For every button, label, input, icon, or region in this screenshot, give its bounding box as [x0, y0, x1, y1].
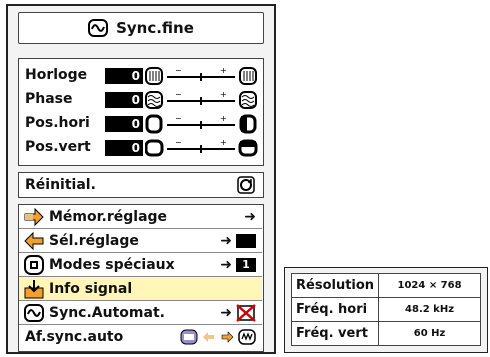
svg-text:+: + [220, 138, 227, 147]
adjust-row-phase[interactable]: Phase 0 − + [25, 89, 259, 111]
horizontal-position-icon [239, 114, 257, 134]
auto-sync-icon [24, 303, 44, 322]
phase-pattern-icon [239, 91, 257, 109]
auto-sync-display-icon [238, 329, 256, 345]
adjust-label: Horloge [25, 67, 88, 83]
menu-item-info-signal[interactable]: Info signal [19, 277, 262, 301]
mode-value-badge: 1 [236, 258, 256, 272]
adjust-row-pos-hori[interactable]: Pos.hori 0 − + [25, 113, 259, 135]
adjust-value: 0 [105, 92, 143, 108]
horizontal-position-slider[interactable]: − + [145, 113, 259, 135]
menu-item-sel-reglage[interactable]: Sél.réglage ➜ [19, 229, 262, 253]
special-modes-icon [24, 254, 44, 275]
table-row: Fréq. vert 60 Hz [290, 321, 481, 346]
vertical-position-icon [238, 139, 258, 157]
svg-text:−: − [175, 90, 182, 99]
menu-item-modes-speciaux[interactable]: Modes spéciaux ➜ 1 [19, 253, 262, 277]
svg-text:+: + [220, 114, 227, 123]
adjust-value: 0 [105, 140, 143, 156]
phase-slider[interactable]: − + [145, 89, 259, 111]
menu-item-memor-reglage[interactable]: Mémor.réglage ➜ [19, 205, 262, 229]
clock-pattern-icon [239, 67, 257, 85]
menu-title-text: Sync.fine [116, 19, 194, 37]
adjustment-group: Horloge 0 − + Phase 0 − + Pos.hori 0 − +… [18, 58, 264, 166]
setting-value-box [236, 234, 256, 248]
reset-icon[interactable] [237, 176, 255, 194]
clock-pattern-icon [145, 67, 163, 85]
adjust-label: Pos.vert [25, 139, 91, 155]
display-on-icon [180, 329, 198, 345]
adjust-row-pos-vert[interactable]: Pos.vert 0 − + [25, 137, 259, 159]
select-arrow-icon [24, 231, 44, 250]
reset-label: Réinitial. [25, 177, 96, 193]
save-arrow-icon [24, 207, 44, 226]
svg-text:+: + [220, 66, 227, 75]
clock-slider[interactable]: − + [145, 65, 259, 87]
svg-text:−: − [175, 66, 182, 75]
svg-text:+: + [220, 90, 227, 99]
sync-fine-menu-panel: Sync.fine Horloge 0 − + Phase 0 − + Pos.… [6, 4, 276, 354]
right-arrow-icon [221, 331, 234, 343]
table-row: Fréq. hori 48.2 kHz [290, 297, 481, 322]
menu-item-sync-automat[interactable]: Sync.Automat. ➜ [19, 301, 262, 325]
table-row: Résolution 1024 × 768 [290, 273, 481, 298]
adjust-value: 0 [105, 116, 143, 132]
reset-row[interactable]: Réinitial. [18, 172, 264, 198]
menu-title: Sync.fine [18, 12, 264, 44]
submenu-list: Mémor.réglage ➜ Sél.réglage ➜ Modes spéc… [18, 204, 264, 352]
disabled-x-icon [236, 304, 256, 322]
phase-pattern-icon [145, 91, 163, 109]
svg-text:−: − [175, 114, 182, 123]
svg-text:−: − [175, 138, 182, 147]
left-arrow-icon [203, 332, 214, 342]
vertical-position-slider[interactable]: − + [145, 137, 259, 159]
adjust-label: Pos.hori [25, 115, 90, 131]
adjust-value: 0 [105, 68, 143, 84]
vertical-position-icon [145, 139, 164, 157]
signal-info-table: Résolution 1024 × 768 Fréq. hori 48.2 kH… [290, 273, 481, 346]
sync-fine-icon [88, 19, 109, 37]
signal-info-icon [24, 279, 44, 298]
adjust-row-horloge[interactable]: Horloge 0 − + [25, 65, 259, 87]
menu-item-af-sync-auto[interactable]: Af.sync.auto [19, 325, 262, 349]
adjust-label: Phase [25, 91, 73, 107]
horizontal-position-icon [145, 114, 163, 134]
signal-info-panel: Résolution 1024 × 768 Fréq. hori 48.2 kH… [284, 267, 488, 353]
